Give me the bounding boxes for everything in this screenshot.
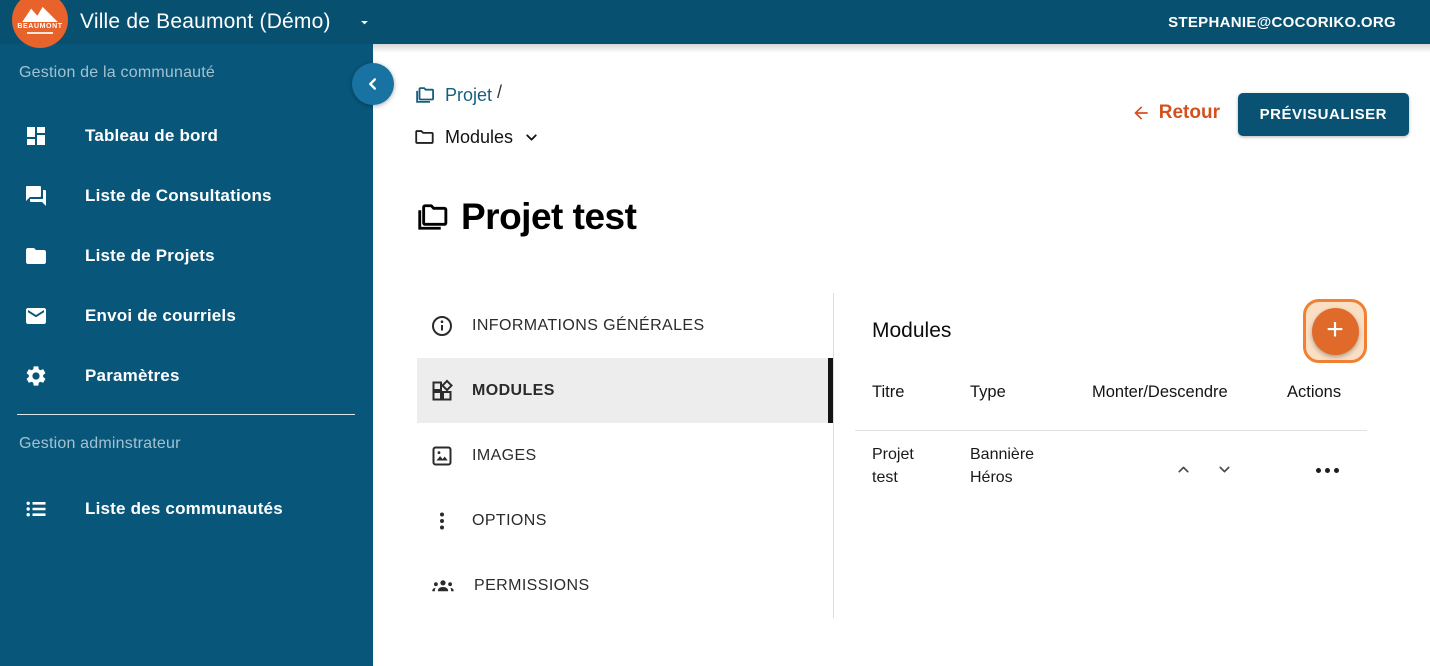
- logo-subline: [27, 32, 53, 34]
- back-button[interactable]: Retour: [1131, 102, 1220, 124]
- row-actions-button[interactable]: [1310, 462, 1345, 479]
- dashboard-icon: [24, 124, 48, 148]
- sidebar: Gestion de la communauté Tableau de bord…: [0, 44, 373, 666]
- chevron-up-icon: [1177, 466, 1189, 472]
- sidebar-item-liste-de-consultations[interactable]: Liste de Consultations: [0, 166, 373, 226]
- add-module-button[interactable]: +: [1303, 299, 1367, 363]
- page-title: Projet test: [461, 196, 637, 237]
- main-content: Projet / Modules Retour PRÉVISUALISER Pr…: [373, 44, 1430, 666]
- tab-images[interactable]: IMAGES: [417, 423, 833, 488]
- list-icon: [24, 497, 48, 521]
- arrow-left-icon: [1134, 106, 1148, 120]
- cell-type: Bannière Héros: [970, 446, 1035, 486]
- folder-outline-icon: [413, 126, 435, 148]
- breadcrumb: Projet / Modules: [413, 82, 540, 166]
- gear-icon: [24, 364, 48, 388]
- user-email[interactable]: STEPHANIE@COCORIKO.ORG: [1168, 0, 1396, 44]
- breadcrumb-separator: /: [497, 81, 503, 102]
- ellipsis-icon: [1315, 467, 1321, 473]
- info-icon: [430, 314, 454, 338]
- cell-monter-descendre: [1092, 449, 1287, 489]
- preview-button[interactable]: PRÉVISUALISER: [1237, 93, 1409, 136]
- sidebar-item-tableau-de-bord[interactable]: Tableau de bord: [0, 106, 373, 166]
- move-up-button[interactable]: [1175, 461, 1192, 478]
- widgets-icon: [430, 379, 454, 403]
- image-icon: [430, 444, 454, 468]
- caret-down-icon: [360, 20, 368, 24]
- sidebar-section-community: Gestion de la communauté: [19, 64, 216, 81]
- ellipsis-icon: [1333, 467, 1339, 473]
- topbar: BEAUMONT Ville de Beaumont (Démo) STEPHA…: [0, 0, 1430, 48]
- sidebar-item-label: Paramètres: [85, 366, 180, 385]
- column-header-type: Type: [970, 383, 1006, 401]
- project-tabs: INFORMATIONS GÉNÉRALES MODULES IMAGES OP…: [417, 293, 834, 618]
- sidebar-item-envoi-de-courriels[interactable]: Envoi de courriels: [0, 286, 373, 346]
- plus-icon: +: [1311, 307, 1359, 355]
- tab-label: PERMISSIONS: [474, 576, 590, 594]
- tab-label: OPTIONS: [472, 511, 547, 529]
- chevron-down-icon: [1218, 466, 1230, 472]
- vertical-dots-icon: [430, 509, 454, 533]
- beaumont-logo: BEAUMONT: [12, 0, 68, 48]
- sidebar-item-label: Liste de Projets: [85, 246, 215, 265]
- column-header-actions: Actions: [1287, 383, 1342, 401]
- tab-modules[interactable]: MODULES: [417, 358, 833, 423]
- sidebar-section-admin: Gestion adminstrateur: [19, 435, 181, 452]
- sidebar-collapse-button[interactable]: [352, 63, 394, 105]
- sidebar-item-label: Liste des communautés: [85, 499, 283, 518]
- people-group-icon: [430, 574, 456, 598]
- mountain-icon: [22, 6, 58, 22]
- back-label: Retour: [1158, 102, 1220, 123]
- column-header-titre: Titre: [872, 383, 905, 401]
- sidebar-item-label: Tableau de bord: [85, 126, 219, 145]
- chevron-left-icon: [369, 78, 377, 90]
- cell-actions: [1287, 451, 1367, 489]
- sidebar-item-label: Envoi de courriels: [85, 306, 236, 325]
- move-down-button[interactable]: [1216, 461, 1233, 478]
- folder-icon: [24, 244, 48, 268]
- column-header-monter-descendre: Monter/Descendre: [1092, 383, 1228, 401]
- community-name: Ville de Beaumont (Démo): [80, 10, 331, 33]
- modules-heading: Modules: [872, 319, 952, 342]
- sidebar-item-label: Liste de Consultations: [85, 186, 272, 205]
- modules-table-header: Titre Type Monter/Descendre Actions: [855, 383, 1367, 430]
- tab-permissions[interactable]: PERMISSIONS: [417, 553, 833, 618]
- folder-copy-icon: [413, 199, 449, 235]
- tab-label: IMAGES: [472, 446, 537, 464]
- tab-options[interactable]: OPTIONS: [417, 488, 833, 553]
- tab-label: INFORMATIONS GÉNÉRALES: [472, 316, 705, 334]
- logo-text: BEAUMONT: [17, 23, 63, 30]
- tab-informations-generales[interactable]: INFORMATIONS GÉNÉRALES: [417, 293, 833, 358]
- community-selector[interactable]: Ville de Beaumont (Démo): [80, 0, 372, 44]
- sidebar-divider: [17, 414, 355, 415]
- chevron-down-icon[interactable]: [523, 129, 540, 146]
- cell-titre: Projet test: [872, 446, 914, 486]
- sidebar-item-liste-des-communautes[interactable]: Liste des communautés: [0, 479, 373, 539]
- folder-copy-icon: [413, 84, 435, 106]
- sidebar-item-liste-de-projets[interactable]: Liste de Projets: [0, 226, 373, 286]
- sidebar-item-parametres[interactable]: Paramètres: [0, 346, 373, 406]
- breadcrumb-modules[interactable]: Modules: [445, 127, 513, 148]
- table-row: Projet test Bannière Héros: [855, 431, 1367, 489]
- mail-icon: [24, 304, 48, 328]
- forum-icon: [24, 184, 48, 208]
- breadcrumb-projet[interactable]: Projet: [445, 85, 492, 106]
- ellipsis-icon: [1324, 467, 1330, 473]
- tab-label: MODULES: [472, 381, 555, 399]
- modules-panel: Modules + Titre Type Monter/Descendre Ac…: [855, 293, 1367, 489]
